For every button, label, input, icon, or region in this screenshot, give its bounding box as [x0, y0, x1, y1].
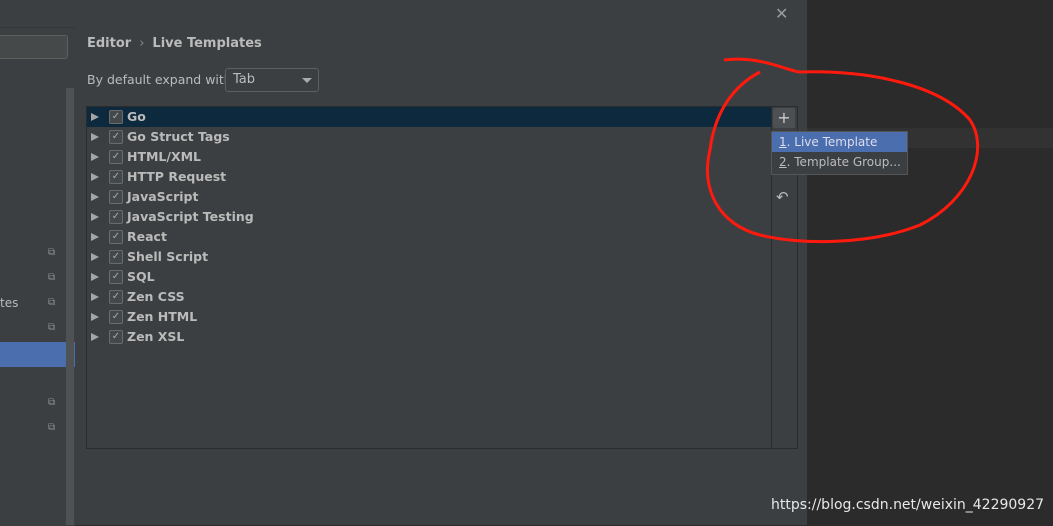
red-annotation-circle — [705, 57, 980, 244]
watermark: https://blog.csdn.net/weixin_42290927 — [771, 497, 1045, 513]
